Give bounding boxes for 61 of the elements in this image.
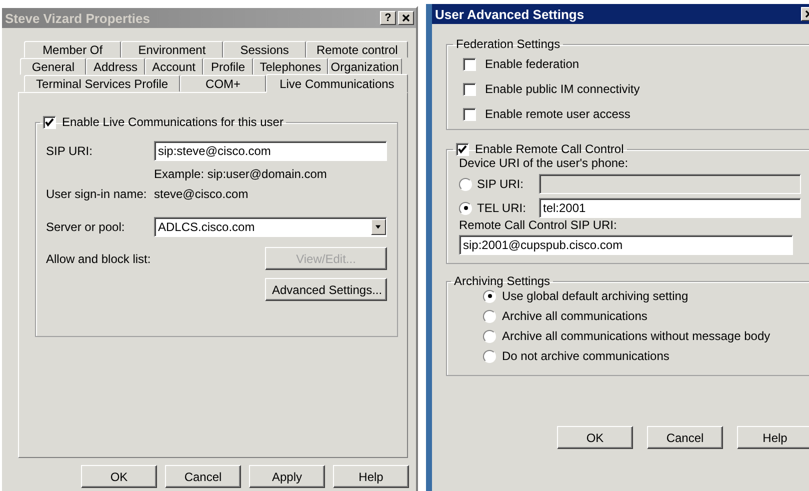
tab[interactable]: Terminal Services Profile [24,75,180,92]
checkbox-label: Enable remote user access [485,107,630,121]
tab[interactable]: Account [144,58,203,75]
advanced-settings-button[interactable]: Advanced Settings... [265,278,387,301]
dialog-button[interactable]: OK [557,426,633,449]
field-label: SIP URI: [46,144,94,158]
checkbox[interactable] [463,58,476,70]
checkbox[interactable] [463,82,476,96]
field-label: User sign-in name: [46,187,148,201]
group-title: Federation Settings [456,37,560,51]
tab[interactable]: General [20,58,86,75]
checkbox[interactable] [43,116,56,128]
radio-button[interactable] [459,202,472,214]
dialog-button[interactable]: Cancel [165,465,241,488]
radio-button[interactable] [483,310,496,322]
server-dropdown[interactable]: ADLCS.cisco.com [154,217,387,237]
radio-label: Do not archive communications [502,349,670,363]
close-button[interactable] [398,11,414,25]
field-label: Remote Call Control SIP URI: [459,218,617,232]
checkbox-label: Enable federation [485,57,580,71]
tab[interactable]: Remote control [306,41,408,58]
radio-label: SIP URI: [477,177,524,191]
window-title: User Advanced Settings [435,6,584,22]
close-icon [402,14,410,22]
checkbox-label: Enable public IM connectivity [485,82,640,96]
tab[interactable]: Environment [121,41,223,58]
checkbox-label: Enable Remote Call Control [475,142,624,156]
tab[interactable]: COM+ [180,75,266,92]
example-text: Example: sip:user@domain.com [154,167,327,181]
tab[interactable]: Live Communications [266,74,408,93]
uri-field[interactable]: tel:2001 [539,198,801,218]
help-button[interactable]: ? [380,11,396,25]
tab[interactable]: Address [86,58,145,75]
dialog-button[interactable]: Help [737,426,809,449]
field-label: Allow and block list: [46,252,151,266]
group-title: Archiving Settings [454,274,550,288]
radio-button[interactable] [483,350,496,362]
tab[interactable]: Member Of [24,41,122,58]
dialog-button[interactable]: Cancel [647,426,723,449]
remote-sip-uri-field[interactable]: sip:2001@cupspub.cisco.com [459,235,793,255]
tab[interactable]: Profile [202,58,254,75]
tab[interactable]: Sessions [222,41,306,58]
radio-button[interactable] [483,290,496,302]
radio-button[interactable] [483,330,496,342]
radio-label: Archive all communications without message body [502,329,770,343]
checkbox[interactable] [456,142,469,156]
dialog-button[interactable]: Apply [249,465,325,488]
checkbox[interactable] [463,108,476,120]
sign-in-name: steve@cisco.com [154,187,248,201]
field-label: Device URI of the user's phone: [459,156,628,170]
radio-label: TEL URI: [477,201,527,215]
sip-uri-field[interactable]: sip:steve@cisco.com [154,141,387,161]
radio-label: Use global default archiving setting [502,289,688,303]
field-label: Server or pool: [46,220,126,234]
dialog-button[interactable]: OK [81,465,157,488]
window-title: Steve Vizard Properties [5,10,150,26]
dialog-button[interactable]: Help [333,465,409,488]
checkbox-label: Enable Live Communications for this user [62,115,284,129]
tab[interactable]: Organization [328,58,402,75]
tab[interactable]: Telephones [253,58,328,75]
radio-label: Archive all communications [502,309,648,323]
